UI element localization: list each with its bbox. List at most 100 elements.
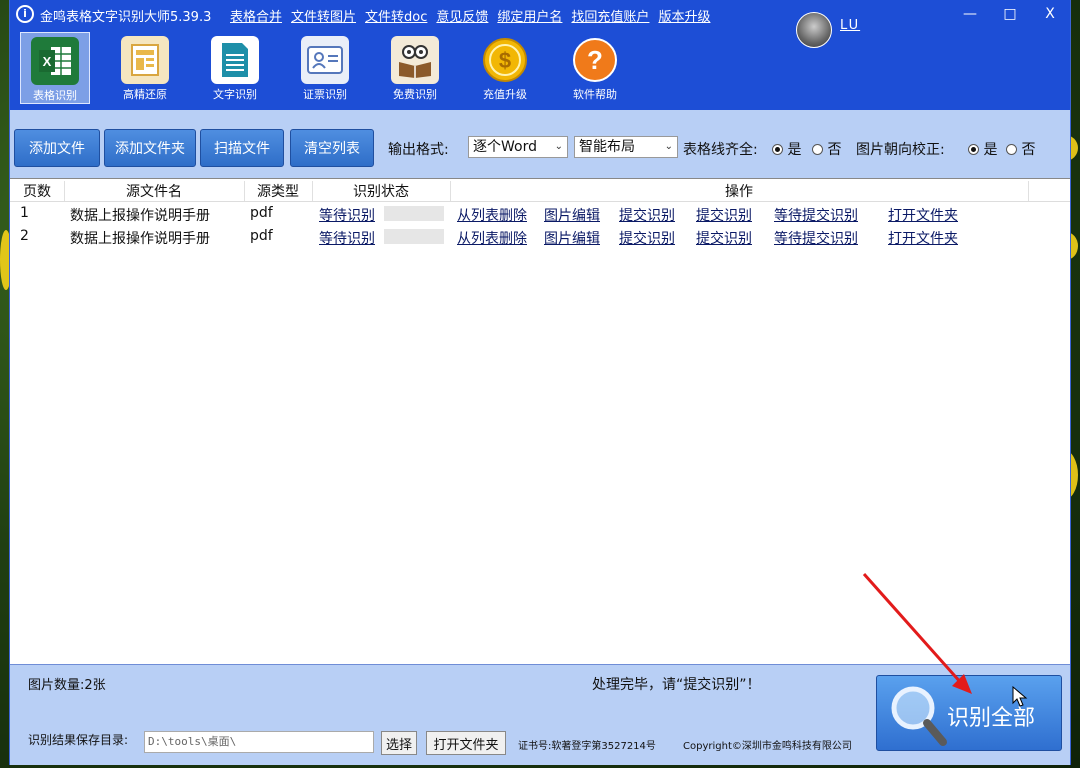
tool-label: 证票识别 <box>303 88 347 101</box>
op-open-folder[interactable]: 打开文件夹 <box>888 205 958 225</box>
radio-unselected[interactable] <box>812 144 823 155</box>
username-link[interactable]: LU <box>840 18 860 33</box>
open-folder-button[interactable]: 打开文件夹 <box>426 731 506 755</box>
clear-list-button[interactable]: 清空列表 <box>290 129 374 167</box>
svg-text:$: $ <box>499 48 511 73</box>
app-logo-icon: i <box>16 5 34 23</box>
header-status: 识别状态 <box>312 181 451 201</box>
document-icon <box>211 36 259 84</box>
add-file-button[interactable]: 添加文件 <box>14 129 100 167</box>
tool-high-precision[interactable]: 高精还原 <box>110 32 180 104</box>
menu-feedback[interactable]: 意见反馈 <box>436 6 488 25</box>
op-wait-submit[interactable]: 等待提交识别 <box>774 228 858 248</box>
help-icon: ? <box>571 36 619 84</box>
copyright-text: Copyright©深圳市金鸣科技有限公司 <box>683 741 852 752</box>
save-dir-input[interactable]: D:\tools\桌面\ <box>144 731 374 753</box>
radio-label: 是 <box>787 142 802 158</box>
chevron-down-icon: ⌄ <box>664 141 673 152</box>
progress-bar <box>384 229 444 244</box>
orientation-yes[interactable]: 是 <box>968 139 997 159</box>
layout-icon <box>121 36 169 84</box>
orientation-label: 图片朝向校正: <box>856 142 945 158</box>
tool-label: 高精还原 <box>123 88 167 101</box>
layout-select[interactable]: 智能布局 ⌄ <box>574 136 678 158</box>
add-folder-button[interactable]: 添加文件夹 <box>104 129 196 167</box>
output-format-label: 输出格式: <box>388 142 449 158</box>
cell-filename: 数据上报操作说明手册 <box>70 208 210 224</box>
title-bar: i 金鸣表格文字识别大师5.39.3 表格合并 文件转图片 文件转doc 意见反… <box>10 0 1070 28</box>
tool-recharge-upgrade[interactable]: $ 充值升级 <box>470 32 540 104</box>
orientation-no[interactable]: 否 <box>1006 139 1035 159</box>
menu-file-to-doc[interactable]: 文件转doc <box>365 6 427 25</box>
choose-button[interactable]: 选择 <box>381 731 417 755</box>
close-button[interactable]: X <box>1040 6 1060 22</box>
output-format-select[interactable]: 逐个Word ⌄ <box>468 136 568 158</box>
op-remove-from-list[interactable]: 从列表删除 <box>457 205 527 225</box>
menu-table-merge[interactable]: 表格合并 <box>230 6 282 25</box>
maximize-button[interactable]: □ <box>1000 6 1020 22</box>
op-wait-submit[interactable]: 等待提交识别 <box>774 205 858 225</box>
mouse-cursor-icon <box>1012 686 1028 707</box>
op-remove-from-list[interactable]: 从列表删除 <box>457 228 527 248</box>
id-card-icon <box>301 36 349 84</box>
table-header: 页数 源文件名 源类型 识别状态 操作 <box>10 179 1070 202</box>
cell-page: 1 <box>20 205 29 221</box>
app-title: 金鸣表格文字识别大师5.39.3 <box>40 10 212 25</box>
menu-bind-username[interactable]: 绑定用户名 <box>497 6 562 25</box>
cell-status-link[interactable]: 等待识别 <box>319 228 375 248</box>
op-open-folder[interactable]: 打开文件夹 <box>888 228 958 248</box>
op-submit-recognition-2[interactable]: 提交识别 <box>696 228 752 248</box>
chevron-down-icon: ⌄ <box>554 141 563 152</box>
file-list-table: 页数 源文件名 源类型 识别状态 操作 1 数据上报操作说明手册 pdf 等待识… <box>10 178 1070 665</box>
app-window: i 金鸣表格文字识别大师5.39.3 表格合并 文件转图片 文件转doc 意见反… <box>10 0 1070 765</box>
image-count: 图片数量:2张 <box>28 678 106 693</box>
tool-table-recognition[interactable]: X 表格识别 <box>20 32 90 104</box>
menu-upgrade[interactable]: 版本升级 <box>658 6 710 25</box>
tool-label: 表格识别 <box>33 89 77 102</box>
table-lines-label: 表格线齐全: <box>683 142 758 158</box>
layout-value: 智能布局 <box>579 139 635 155</box>
excel-icon: X <box>31 37 79 85</box>
bottom-panel: 图片数量:2张 处理完毕，请“提交识别”！ 识别结果保存目录: D:\tools… <box>10 664 1070 765</box>
progress-bar <box>384 206 444 221</box>
status-message: 处理完毕，请“提交识别”！ <box>592 677 761 693</box>
recognize-all-button[interactable]: 识别全部 <box>876 675 1062 751</box>
tool-label: 免费识别 <box>393 88 437 101</box>
svg-text:?: ? <box>587 45 603 75</box>
menu-file-to-image[interactable]: 文件转图片 <box>291 6 356 25</box>
radio-label: 是 <box>983 142 998 158</box>
dollar-coin-icon: $ <box>481 36 529 84</box>
tool-certificate-recognition[interactable]: 证票识别 <box>290 32 360 104</box>
op-image-edit[interactable]: 图片编辑 <box>544 228 600 248</box>
radio-selected[interactable] <box>772 144 783 155</box>
radio-selected[interactable] <box>968 144 979 155</box>
op-submit-recognition-2[interactable]: 提交识别 <box>696 205 752 225</box>
table-row: 2 数据上报操作说明手册 pdf 等待识别 从列表删除 图片编辑 提交识别 提交… <box>10 226 1070 248</box>
tool-text-recognition[interactable]: 文字识别 <box>200 32 270 104</box>
menu-recover-account[interactable]: 找回充值账户 <box>571 6 649 25</box>
header-type: 源类型 <box>244 181 313 201</box>
table-lines-yes[interactable]: 是 <box>772 139 801 159</box>
op-image-edit[interactable]: 图片编辑 <box>544 205 600 225</box>
owl-book-icon <box>391 36 439 84</box>
table-lines-no[interactable]: 否 <box>812 139 841 159</box>
header-page: 页数 <box>10 181 65 201</box>
cell-status-link[interactable]: 等待识别 <box>319 205 375 225</box>
top-menu: 表格合并 文件转图片 文件转doc 意见反馈 绑定用户名 找回充值账户 版本升级 <box>230 6 719 25</box>
op-submit-recognition[interactable]: 提交识别 <box>619 205 675 225</box>
action-bar: 添加文件 添加文件夹 扫描文件 清空列表 输出格式: 逐个Word ⌄ 智能布局… <box>10 120 1070 178</box>
minimize-button[interactable]: — <box>960 6 980 22</box>
tool-software-help[interactable]: ? 软件帮助 <box>560 32 630 104</box>
op-submit-recognition[interactable]: 提交识别 <box>619 228 675 248</box>
radio-label: 否 <box>1021 142 1036 158</box>
scan-file-button[interactable]: 扫描文件 <box>200 129 284 167</box>
avatar[interactable] <box>796 12 832 48</box>
radio-unselected[interactable] <box>1006 144 1017 155</box>
header-filename: 源文件名 <box>64 181 245 201</box>
tool-free-recognition[interactable]: 免费识别 <box>380 32 450 104</box>
cell-type: pdf <box>250 205 273 221</box>
table-row: 1 数据上报操作说明手册 pdf 等待识别 从列表删除 图片编辑 提交识别 提交… <box>10 203 1070 225</box>
cell-filename: 数据上报操作说明手册 <box>70 231 210 247</box>
header-operations: 操作 <box>450 181 1029 201</box>
cell-page: 2 <box>20 228 29 244</box>
